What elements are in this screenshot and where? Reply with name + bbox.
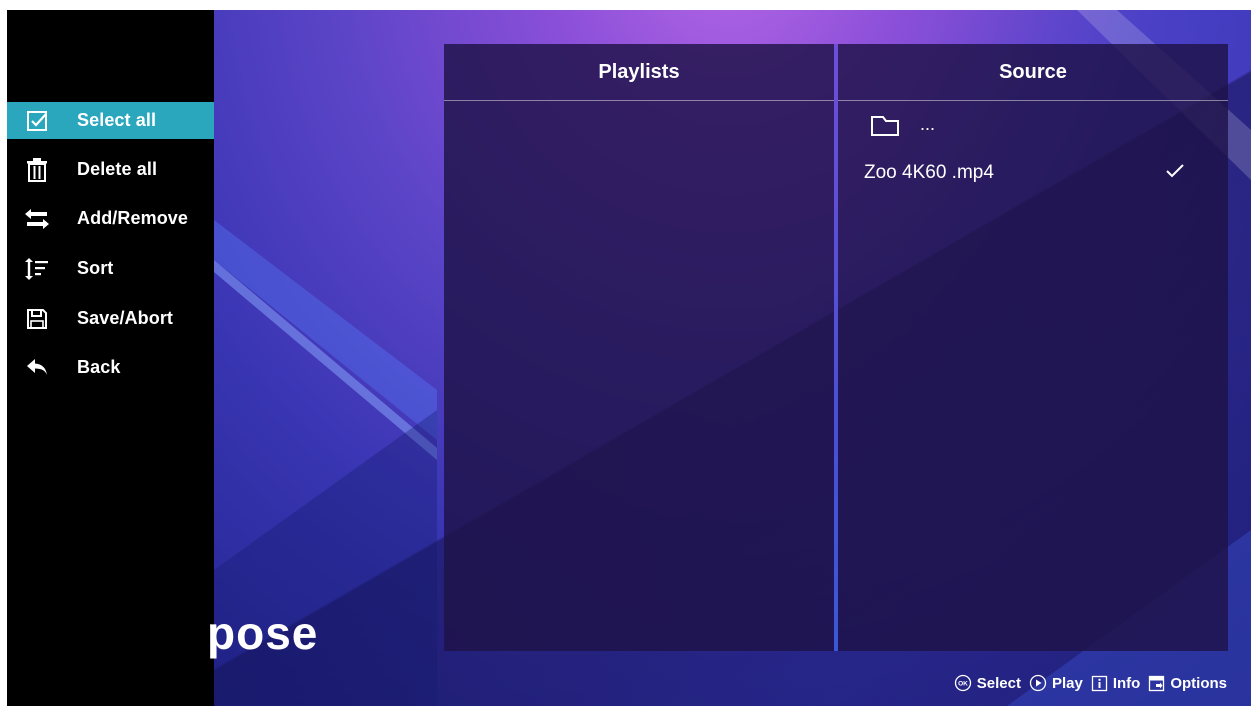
hint-play: Play [1029, 674, 1083, 692]
hint-label: Options [1170, 674, 1227, 692]
hint-label: Play [1051, 674, 1083, 692]
hint-label: Select [976, 674, 1021, 692]
list-item[interactable]: Zoo 4K60 .mp4 [838, 155, 1228, 191]
playlists-panel[interactable]: Playlists [444, 44, 834, 651]
save-icon [25, 307, 49, 331]
menu-item-label: Save/Abort [77, 308, 174, 328]
source-panel[interactable]: Source ... Zoo 4K60 .mp4 [838, 44, 1228, 651]
check-icon [1166, 164, 1184, 183]
hint-label: Info [1112, 674, 1141, 692]
parent-folder-label: ... [920, 114, 936, 134]
source-header: Source [838, 44, 1228, 101]
sort-icon [25, 257, 49, 281]
options-button-icon [1149, 675, 1165, 691]
parent-folder-item[interactable]: ... [838, 108, 1228, 144]
hint-select: OK Select [954, 674, 1021, 692]
hint-options: Options [1148, 675, 1227, 692]
menu-item-label: Sort [77, 258, 114, 278]
background-title: pose [207, 607, 319, 659]
play-button-icon [1029, 674, 1047, 692]
menu-item-label: Select all [77, 110, 157, 130]
menu-item-select-all[interactable]: Select all [7, 102, 214, 139]
ok-button-icon: OK [954, 674, 971, 692]
footer-hints: OK Select Play Info Options [946, 674, 1227, 692]
menu-item-back[interactable]: Back [7, 349, 214, 386]
menu-item-label: Add/Remove [77, 208, 189, 228]
options-sidebar: Select all Delete all Add/Remove Sort Sa [7, 10, 214, 706]
menu-item-delete-all[interactable]: Delete all [7, 151, 214, 188]
back-arrow-icon [25, 356, 49, 380]
svg-text:OK: OK [958, 681, 968, 688]
playlists-header: Playlists [444, 44, 834, 101]
media-player-screen: Select all Delete all Add/Remove Sort Sa [7, 10, 1251, 706]
menu-item-sort[interactable]: Sort [7, 250, 214, 287]
menu-item-add-remove[interactable]: Add/Remove [7, 200, 214, 237]
menu-item-save-abort[interactable]: Save/Abort [7, 300, 214, 337]
checkbox-icon [25, 109, 49, 133]
trash-icon [25, 157, 49, 182]
hint-info: Info [1091, 674, 1141, 692]
info-button-icon [1091, 675, 1107, 691]
menu-item-label: Delete all [77, 159, 158, 179]
menu-item-label: Back [77, 357, 121, 377]
folder-icon [870, 115, 900, 142]
file-name: Zoo 4K60 .mp4 [864, 162, 994, 183]
swap-arrows-icon [25, 207, 49, 231]
